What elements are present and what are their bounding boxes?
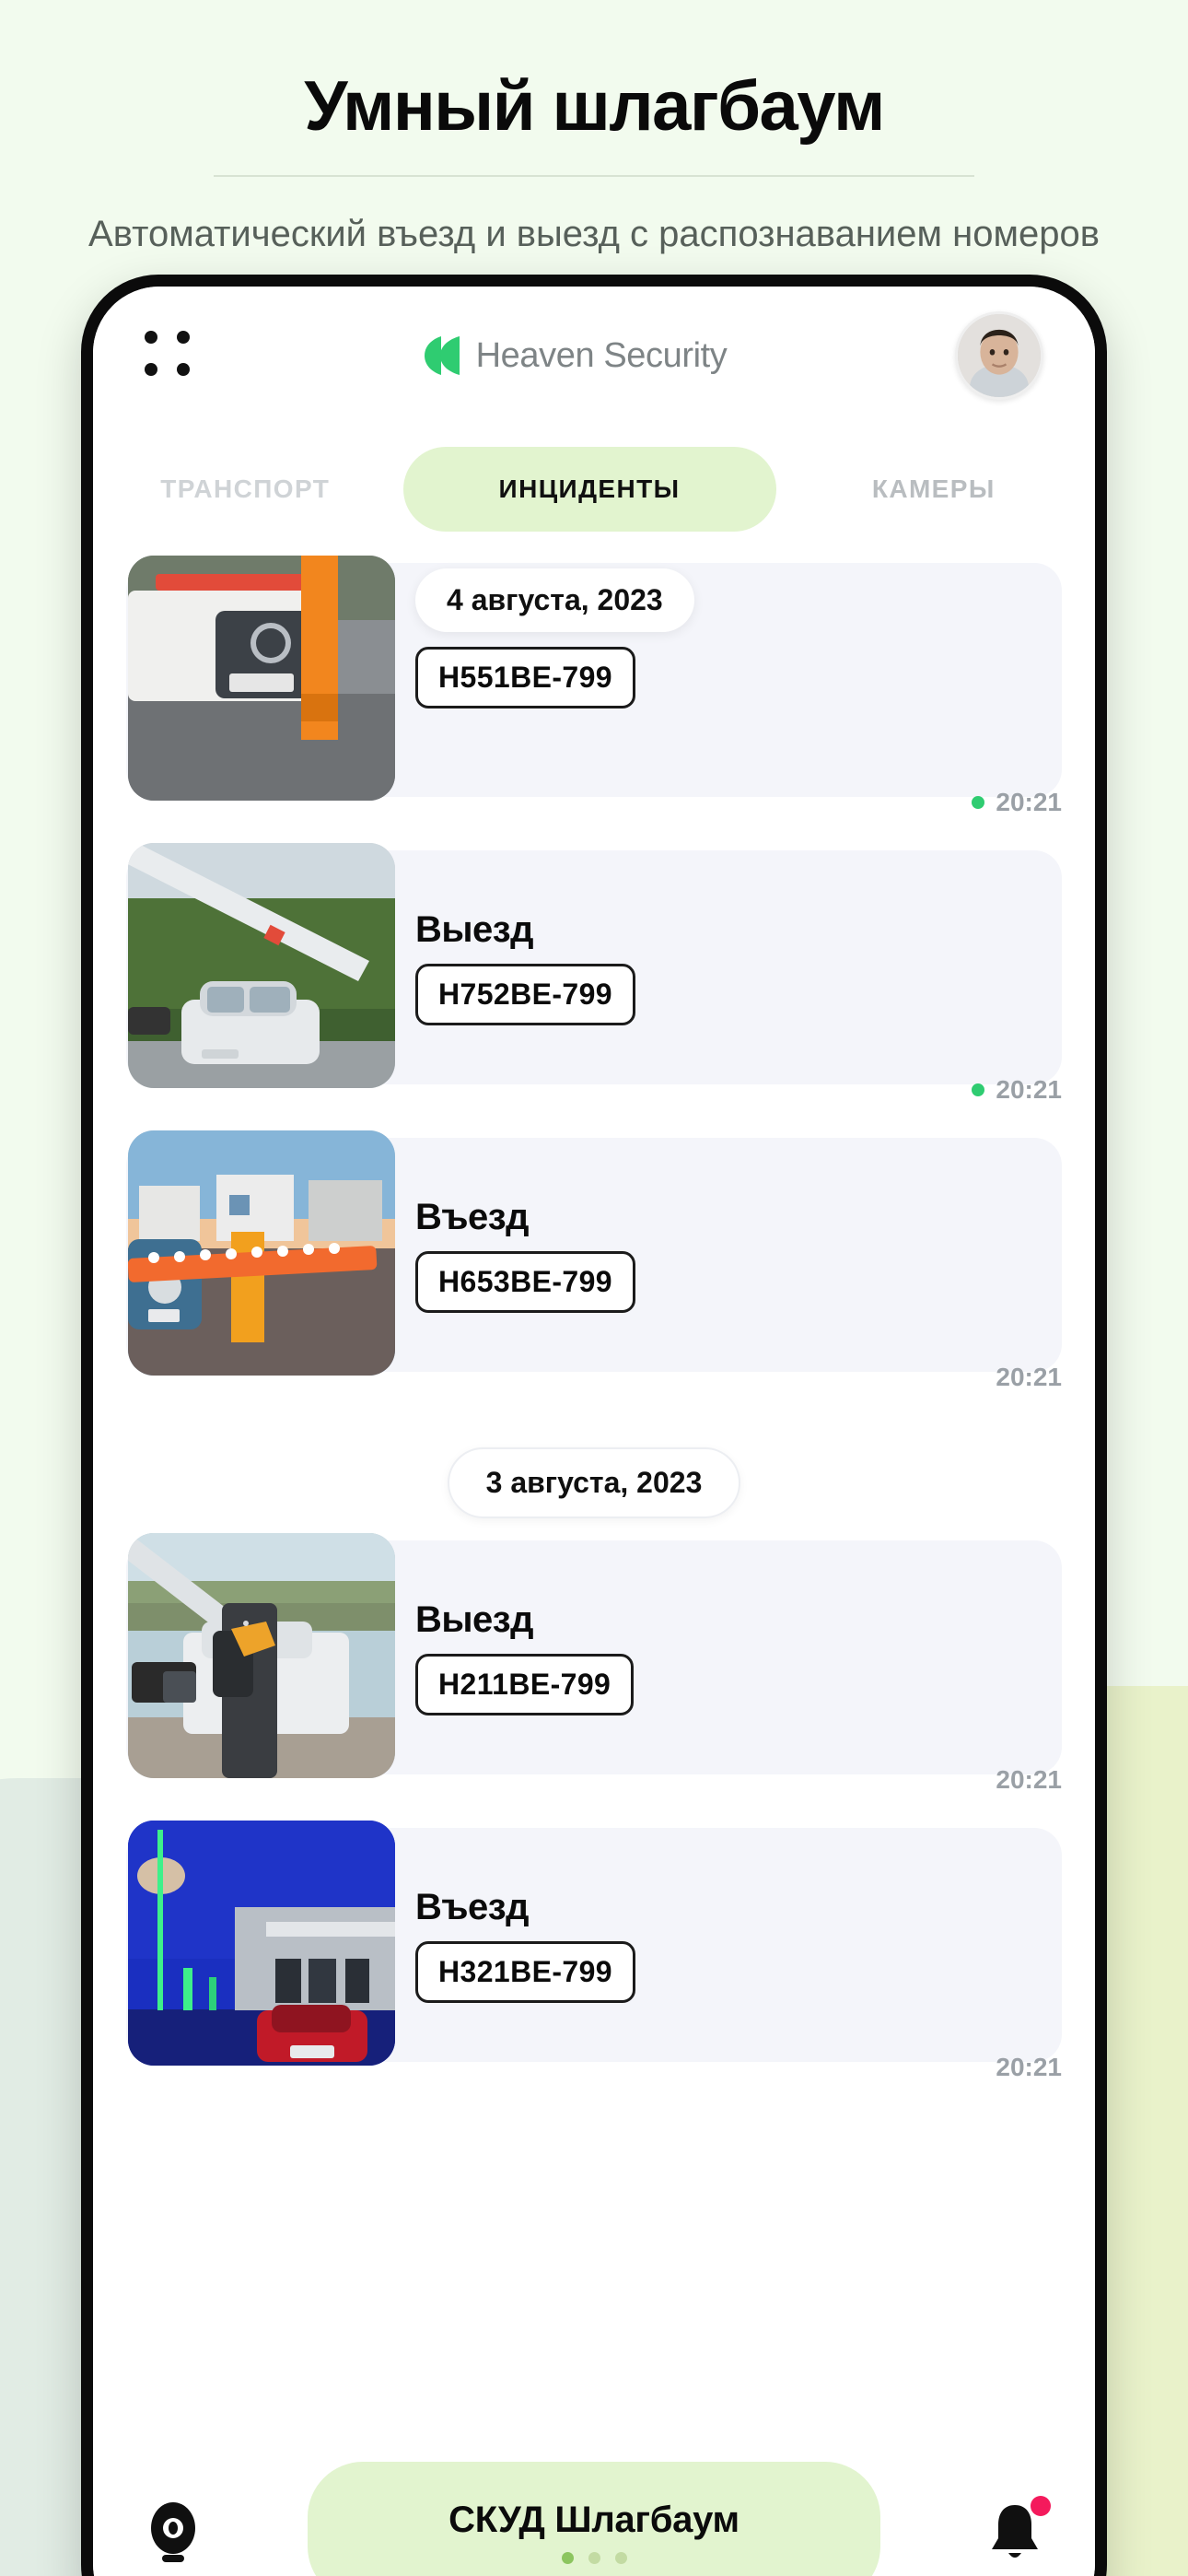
incident-time: 20:21 <box>972 788 1062 817</box>
incident-feed[interactable]: 4 августа, 2023 H551BE-799 20:21 Выезд H… <box>93 554 1095 2450</box>
license-plate: H653BE-799 <box>415 1251 635 1313</box>
incident-card[interactable]: Въезд H653BE-799 20:21 <box>126 1130 1062 1391</box>
tab-transport[interactable]: ТРАНСПОРТ <box>93 447 398 532</box>
incident-title: Выезд <box>415 1599 534 1640</box>
license-plate: H321BE-799 <box>415 1941 635 2003</box>
phone-mockup: Heaven Security ТРАНСПОРТ ИНЦИДЕНТЫ КАМЕ… <box>81 275 1107 2576</box>
license-plate: H752BE-799 <box>415 964 635 1025</box>
bell-icon[interactable] <box>981 2496 1051 2566</box>
incident-thumbnail <box>128 1821 395 2066</box>
brand-name: Heaven Security <box>475 335 728 375</box>
bell-badge <box>1031 2496 1051 2516</box>
incident-time: 20:21 <box>972 1075 1062 1105</box>
feed-date-separator: 3 августа, 2023 <box>126 1405 1062 1540</box>
incident-thumbnail <box>128 1533 395 1778</box>
incident-card[interactable]: Выезд H752BE-799 20:21 <box>126 843 1062 1104</box>
live-dot-icon <box>972 796 985 809</box>
incident-date-chip: 4 августа, 2023 <box>415 568 694 632</box>
incident-time: 20:21 <box>996 2053 1062 2082</box>
incident-thumbnail <box>128 556 395 801</box>
camera-icon[interactable] <box>139 2498 207 2566</box>
incident-body: Выезд H211BE-799 20:21 <box>415 1540 1062 1794</box>
incident-title: Выезд <box>415 909 534 950</box>
hero-divider <box>214 175 974 177</box>
license-plate: H211BE-799 <box>415 1654 635 1715</box>
incident-title: Въезд <box>415 1887 530 1927</box>
hero-section: Умный шлагбаум Автоматический въезд и вы… <box>0 0 1188 259</box>
incident-card[interactable]: Въезд H321BE-799 20:21 <box>126 1821 1062 2081</box>
bottom-bar: СКУД Шлагбаум <box>93 2450 1095 2576</box>
heaven-security-logo-icon <box>423 334 461 377</box>
license-plate: H551BE-799 <box>415 647 635 708</box>
incident-time: 20:21 <box>996 1363 1062 1392</box>
tab-incidents[interactable]: ИНЦИДЕНТЫ <box>402 447 776 532</box>
incident-time-label: 20:21 <box>996 1363 1062 1391</box>
incident-body: 4 августа, 2023 H551BE-799 20:21 <box>415 563 1062 816</box>
brand: Heaven Security <box>194 334 955 377</box>
phone-screen: Heaven Security ТРАНСПОРТ ИНЦИДЕНТЫ КАМЕ… <box>93 287 1095 2576</box>
incident-time-label: 20:21 <box>996 1765 1062 1794</box>
incident-thumbnail <box>128 843 395 1088</box>
incident-thumbnail <box>128 1130 395 1376</box>
incident-body: Выезд H752BE-799 20:21 <box>415 850 1062 1104</box>
incident-body: Въезд H653BE-799 20:21 <box>415 1138 1062 1391</box>
incident-card[interactable]: 4 августа, 2023 H551BE-799 20:21 <box>126 556 1062 816</box>
page-indicator-dots <box>561 2552 627 2564</box>
incident-time-label: 20:21 <box>996 788 1062 816</box>
incident-body: Въезд H321BE-799 20:21 <box>415 1828 1062 2081</box>
incident-title: Въезд <box>415 1197 530 1237</box>
grid-dots-icon[interactable] <box>145 331 194 381</box>
app-header: Heaven Security <box>93 287 1095 425</box>
tab-cameras[interactable]: КАМЕРЫ <box>782 447 1087 532</box>
incident-time-label: 20:21 <box>996 2053 1062 2081</box>
page-title: Умный шлагбаум <box>304 67 885 146</box>
skud-barrier-button[interactable]: СКУД Шлагбаум <box>308 2462 880 2576</box>
tab-bar[interactable]: ТРАНСПОРТ ИНЦИДЕНТЫ КАМЕРЫ <box>93 425 1095 554</box>
page-subtitle: Автоматический въезд и выезд с распознав… <box>88 214 1100 254</box>
avatar[interactable] <box>955 311 1043 400</box>
skud-barrier-label: СКУД Шлагбаум <box>448 2500 740 2540</box>
incident-card[interactable]: Выезд H211BE-799 20:21 <box>126 1533 1062 1794</box>
feed-date-label: 3 августа, 2023 <box>447 1447 741 1518</box>
incident-time-label: 20:21 <box>996 1075 1062 1104</box>
incident-time: 20:21 <box>996 1765 1062 1795</box>
live-dot-icon <box>972 1083 985 1096</box>
